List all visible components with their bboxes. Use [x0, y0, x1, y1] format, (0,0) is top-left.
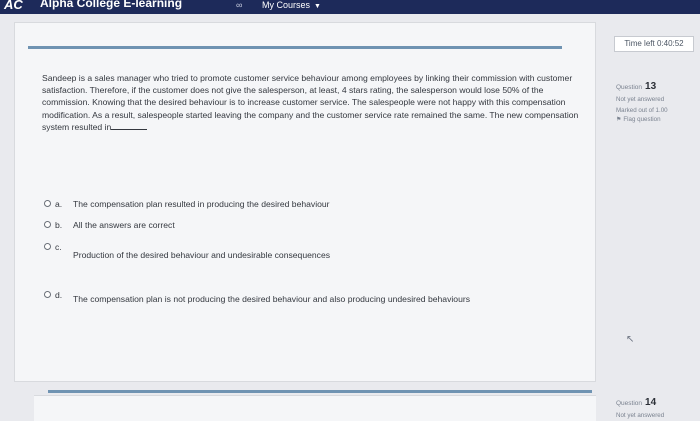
question-info-sidebar: Time left 0:40:52 Question 13 Not yet ans… [604, 0, 700, 421]
answer-letter: a. [55, 199, 63, 209]
my-courses-label: My Courses [262, 0, 311, 10]
next-question-card [34, 395, 596, 421]
question-label: Question [616, 84, 643, 91]
college-logo[interactable]: AC [4, 0, 34, 12]
question-divider [28, 46, 562, 49]
answer-blank [111, 122, 148, 130]
answer-option-d[interactable]: d. The compensation plan is not producin… [44, 290, 470, 304]
radio-button[interactable] [44, 243, 51, 250]
flag-label: Flag question [623, 116, 661, 123]
mouse-cursor-icon: ↖ [626, 334, 635, 345]
flag-question-link[interactable]: ⚑ Flag question [616, 116, 696, 123]
question-info-current: Question 13 Not yet answered Marked out o… [616, 76, 696, 123]
answer-text: The compensation plan is not producing t… [73, 294, 471, 304]
flag-icon: ⚑ [616, 117, 622, 123]
question-info-next: Question 14 Not yet answered [616, 392, 696, 421]
answer-text: The compensation plan resulted in produc… [73, 199, 330, 209]
my-courses-menu[interactable]: My Courses ▼ [262, 0, 321, 10]
answer-option-a[interactable]: a. The compensation plan resulted in pro… [44, 199, 330, 209]
answer-option-c[interactable]: c. Production of the desired behaviour a… [44, 242, 330, 260]
answer-text: All the answers are correct [73, 220, 175, 230]
question-number: 13 [645, 81, 657, 92]
answer-option-b[interactable]: b. All the answers are correct [44, 220, 175, 230]
answer-letter: c. [55, 242, 62, 252]
top-navbar: AC Alpha College E-learning ∞ My Courses… [0, 0, 700, 14]
radio-button[interactable] [44, 291, 51, 298]
answer-letter: d. [55, 290, 63, 300]
radio-button[interactable] [44, 221, 51, 228]
next-question-divider [48, 390, 592, 393]
answer-status: Not yet answered [616, 96, 665, 103]
answer-text: Production of the desired behaviour and … [73, 250, 331, 260]
caret-down-icon: ▼ [314, 3, 321, 10]
question-number: 14 [645, 397, 657, 408]
marks-info: Marked out of 1.00 [616, 107, 668, 114]
radio-button[interactable] [44, 200, 51, 207]
question-text: Sandeep is a sales manager who tried to … [42, 72, 580, 133]
link-icon[interactable]: ∞ [236, 0, 242, 10]
answer-letter: b. [55, 220, 63, 230]
answer-status: Not yet answered [616, 412, 665, 419]
time-left-box: Time left 0:40:52 [614, 36, 694, 52]
question-label: Question [616, 400, 643, 407]
site-brand-link[interactable]: Alpha College E-learning [40, 0, 182, 10]
